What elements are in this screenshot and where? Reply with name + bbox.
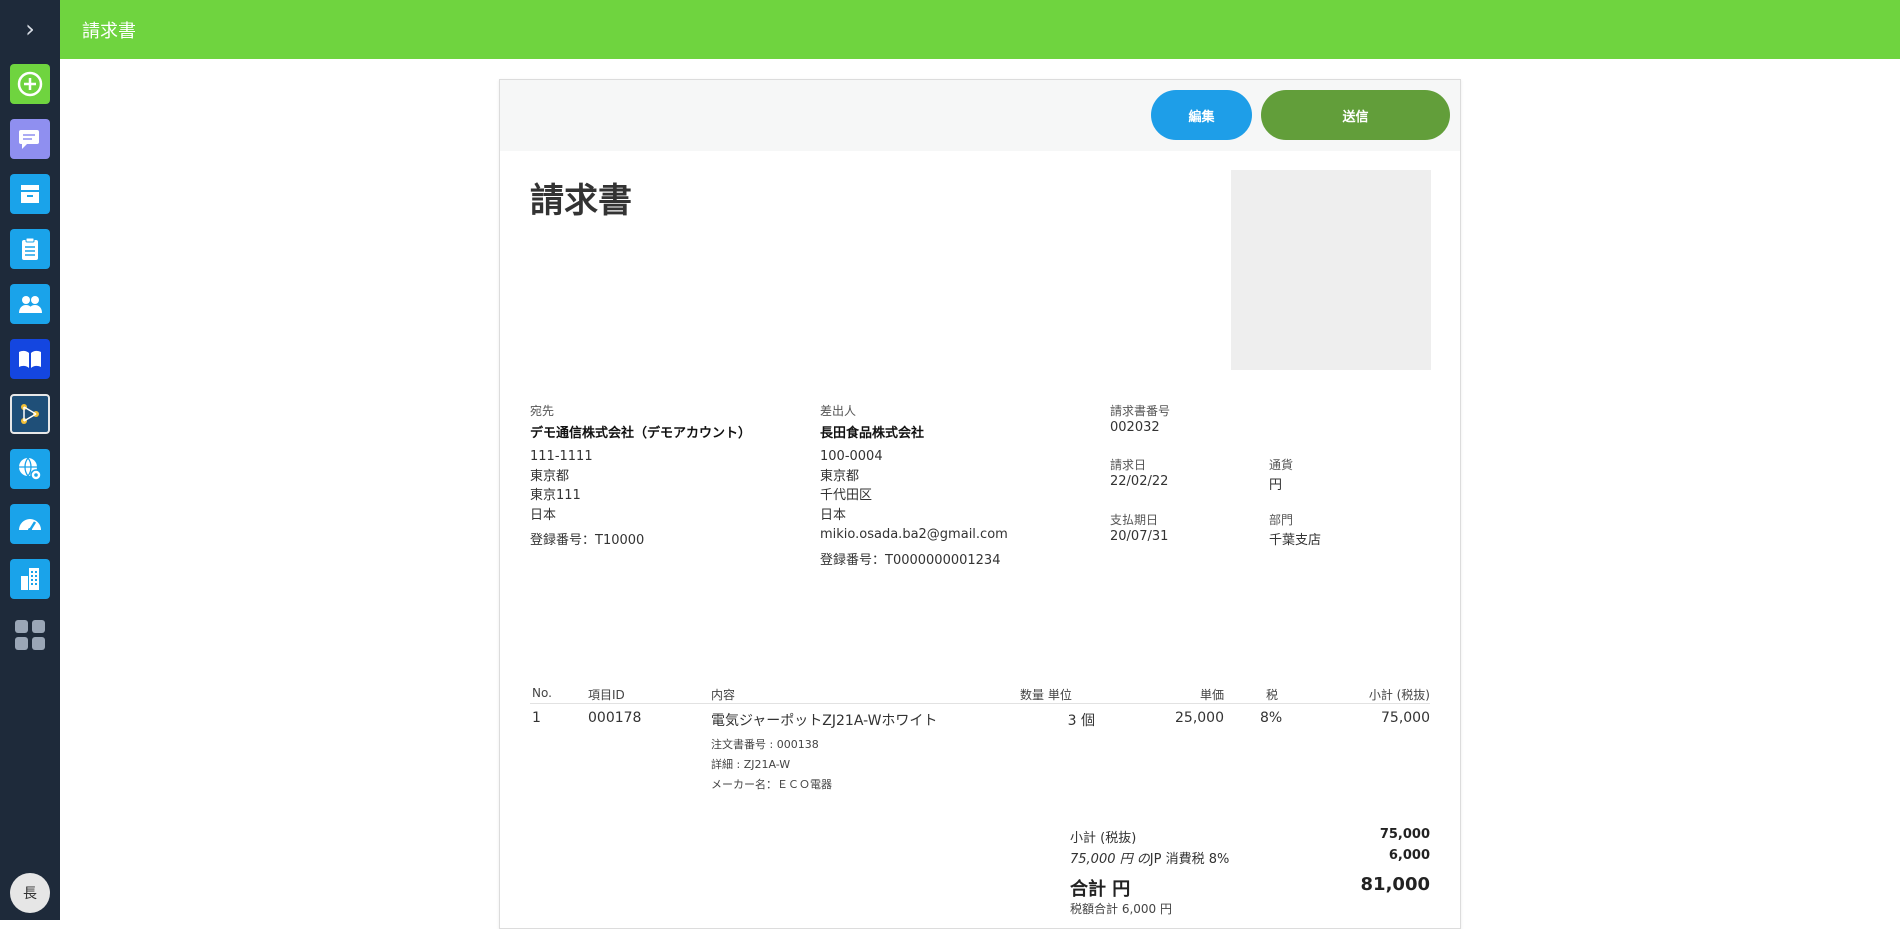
col-header-unit-price: 単価 [1199,688,1224,702]
sidebar: › 長 [0,0,60,920]
recipient-address: 111-1111 東京都 東京111 日本 [530,449,593,523]
col-header-no: No. [532,686,552,700]
document-toolbar: 編集 送信 [500,80,1460,151]
sender-registration: 登録番号：T0000000001234 [820,553,1001,568]
avatar[interactable]: 長 [10,873,50,913]
sender-label: 差出人 [820,404,857,418]
book-icon[interactable] [10,339,50,379]
department-value: 千葉支店 [1269,533,1322,548]
chevron-right-icon[interactable]: › [18,15,42,43]
invoice-title: 請求書 [530,181,632,221]
department-label: 部門 [1269,513,1294,527]
logo-placeholder [1231,170,1431,370]
recipient-label: 宛先 [530,404,555,418]
row-no: 1 [532,710,541,726]
header-bar: 請求書 [60,0,1900,59]
invoice-number-label: 請求書番号 [1110,404,1171,418]
currency-value: 円 [1269,478,1283,493]
row-detail-maker: メーカー名：ＥＣＯ電器 [711,778,832,791]
total-value: 81,000 [1360,874,1430,895]
col-header-item-id: 項目ID [588,688,625,702]
tax-value: 6,000 [1388,848,1430,863]
col-header-content: 内容 [711,688,736,702]
building-icon[interactable] [10,559,50,599]
invoice-document: 編集 送信 請求書 宛先 デモ通信株式会社（デモアカウント） 111-1111 … [499,79,1461,929]
subtotal-label: 小計 (税抜) [1070,831,1137,846]
sender-name: 長田食品株式会社 [820,426,925,441]
chat-icon[interactable] [10,119,50,159]
edit-button[interactable]: 編集 [1151,90,1252,140]
col-header-tax: 税 [1266,688,1279,702]
globe-gear-icon[interactable] [10,449,50,489]
due-date: 20/07/31 [1110,529,1169,544]
currency-label: 通貨 [1269,458,1294,472]
row-tax: 8% [1260,710,1283,726]
row-detail-model: 詳細 : ZJ21A-W [711,758,791,771]
issue-date-label: 請求日 [1110,458,1147,472]
table-header-divider [530,703,1430,704]
page-title: 請求書 [82,21,136,42]
users-icon[interactable] [10,284,50,324]
sender-address: 100-0004 東京都 千代田区 日本 mikio.osada.ba2@gma… [820,449,1008,542]
issue-date: 22/02/22 [1110,474,1169,489]
col-header-subtotal: 小計 (税抜) [1368,688,1430,702]
recipient-name: デモ通信株式会社（デモアカウント） [530,426,752,441]
row-subtotal: 75,000 [1381,710,1430,726]
plus-circle-icon[interactable] [10,64,50,104]
tax-label: 75,000 円 のJP 消費税 8% [1070,852,1230,867]
invoice-number: 002032 [1110,420,1160,435]
send-button[interactable]: 送信 [1261,90,1450,140]
share-nodes-icon[interactable] [10,394,50,434]
tax-total-note: 税額合計 6,000 円 [1070,902,1172,916]
row-item-id: 000178 [588,710,642,726]
subtotal-value: 75,000 [1379,827,1430,842]
total-label: 合計 円 [1070,879,1131,900]
due-date-label: 支払期日 [1110,513,1159,527]
row-qty: 3 個 [1067,713,1095,729]
grid-icon[interactable] [15,620,45,650]
inbox-icon[interactable] [10,174,50,214]
recipient-registration: 登録番号：T10000 [530,533,645,548]
row-detail-order-number: 注文書番号 : 000138 [711,738,819,751]
clipboard-icon[interactable] [10,229,50,269]
row-unit-price: 25,000 [1175,710,1224,726]
row-content: 電気ジャーポットZJ21A-Wホワイト [711,713,938,729]
col-header-qty-unit: 数量 単位 [1020,688,1072,702]
speedometer-icon[interactable] [10,504,50,544]
